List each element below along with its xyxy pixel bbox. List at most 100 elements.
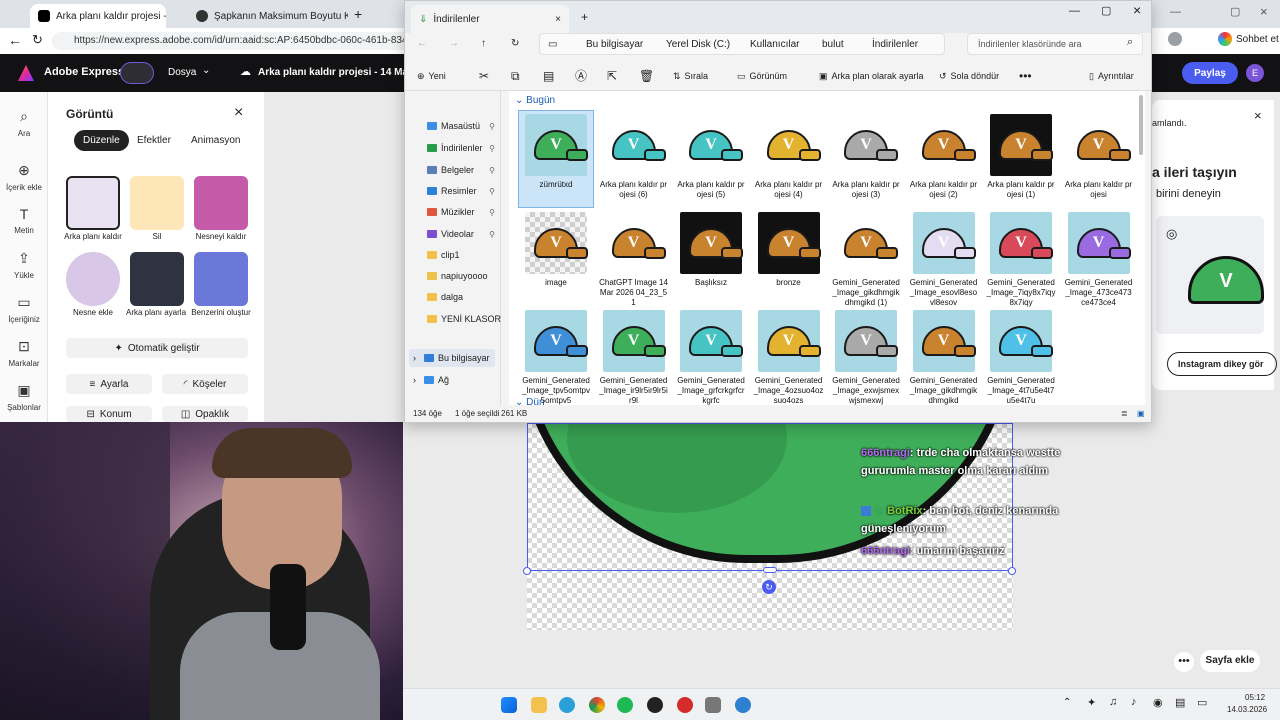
rename-icon[interactable]: Ⓐ xyxy=(575,63,587,89)
pin-icon[interactable]: ⚲ xyxy=(489,166,495,175)
sidebar-item[interactable]: Videolar ⚲ xyxy=(413,225,499,243)
set-background-button[interactable]: ▣ Arka plan olarak ayarla xyxy=(819,63,924,89)
spotify-icon[interactable] xyxy=(617,697,633,713)
tool-add-object[interactable] xyxy=(66,252,120,306)
forward-icon[interactable]: → xyxy=(449,33,459,55)
sidebar-item[interactable]: Belgeler ⚲ xyxy=(413,161,499,179)
tool-generate-similar[interactable] xyxy=(194,252,248,306)
add-page-button[interactable]: Sayfa ekle xyxy=(1200,650,1260,672)
search-input[interactable]: İndirilenler klasöründe ara xyxy=(967,33,1143,55)
view-button[interactable]: ▭ Görünüm xyxy=(737,63,787,89)
file-item[interactable]: V Gemini_Generated_Image_7iqy8x7iqy8x7iqy xyxy=(984,209,1058,307)
rotate-left-button[interactable]: ↺ Sola döndür xyxy=(939,63,999,89)
file-item[interactable]: V Arka planı kaldır projesi (4) xyxy=(752,111,826,207)
details-view-icon[interactable]: ≣ xyxy=(1121,405,1128,423)
pin-icon[interactable]: ⚲ xyxy=(489,122,495,131)
browser-tab-chatgpt[interactable]: Şapkanın Maksimum Boyutu Kare × xyxy=(188,4,348,28)
file-item[interactable]: V Gemini_Generated_Image_4ozsuo4ozsuo4ozs xyxy=(752,307,826,405)
breadcrumb-item[interactable]: Kullanıcılar xyxy=(750,34,799,56)
maximize-icon[interactable]: ▢ xyxy=(1101,4,1111,17)
file-item[interactable]: V Gemini_Generated_Image_4t7u5e4t7u5e4t7u xyxy=(984,307,1058,405)
delete-icon[interactable]: 🗑 xyxy=(639,63,654,89)
tab-edit[interactable]: Düzenle xyxy=(74,130,129,151)
sidebar-item[interactable]: İndirilenler ⚲ xyxy=(413,139,499,157)
refresh-icon[interactable]: ↻ xyxy=(511,33,519,55)
chrome-icon[interactable] xyxy=(589,697,605,713)
group-header-today[interactable]: ⌄ Bugün xyxy=(515,95,555,106)
tool-remove-object[interactable] xyxy=(194,176,248,230)
breadcrumb-item[interactable]: Yerel Disk (C:) xyxy=(666,34,730,56)
clock-date[interactable]: 14.03.2026 xyxy=(1227,705,1267,714)
corners-button[interactable]: ◜ Köşeler xyxy=(162,374,248,394)
copilot-icon[interactable] xyxy=(1218,32,1232,46)
chevron-right-icon[interactable]: › xyxy=(413,375,416,385)
file-item[interactable]: V Gemini_Generated_Image_473ce473ce473ce4 xyxy=(1062,209,1136,307)
user-avatar[interactable]: E xyxy=(1246,64,1264,82)
file-item[interactable]: V Başlıksız xyxy=(674,209,748,305)
file-item[interactable]: V Arka planı kaldır projesi (2) xyxy=(907,111,981,207)
sidebar-item[interactable]: dalga xyxy=(413,288,499,306)
headset-icon[interactable]: ♫ xyxy=(1109,696,1117,708)
breadcrumb-item[interactable]: İndirilenler xyxy=(872,34,918,56)
file-item[interactable]: V Arka planı kaldır projesi (3) xyxy=(829,111,903,207)
tray-icon[interactable]: ✦ xyxy=(1087,696,1096,709)
adjust-button[interactable]: ≡ Ayarla xyxy=(66,374,152,394)
chevron-right-icon[interactable]: › xyxy=(413,353,416,363)
close-icon[interactable]: × xyxy=(234,104,243,122)
rail-your-content[interactable]: ▭ İçeriğiniz xyxy=(0,294,48,324)
file-item[interactable]: V Gemini_Generated_Image_grfcrkgrfcrkgrfc xyxy=(674,307,748,405)
mic-icon[interactable]: ♪ xyxy=(1131,696,1137,708)
sidebar-item[interactable]: YENİ KLASOR xyxy=(413,310,501,328)
scrollbar[interactable] xyxy=(1139,95,1143,155)
file-item[interactable]: V Gemini_Generated_Image_gikdhmgikdhmgikd xyxy=(907,307,981,405)
resize-handle[interactable] xyxy=(1008,567,1016,575)
close-icon[interactable]: × xyxy=(555,14,561,25)
resize-handle[interactable] xyxy=(523,567,531,575)
breadcrumb[interactable]: ▭ Bu bilgisayar Yerel Disk (C:) Kullanıc… xyxy=(539,33,945,55)
app-icon[interactable] xyxy=(677,697,693,713)
back-icon[interactable]: ← xyxy=(8,32,22,48)
breadcrumb-item[interactable]: Bu bilgisayar xyxy=(586,34,643,56)
rail-upload[interactable]: ⇪ Yükle xyxy=(0,250,48,280)
auto-enhance-button[interactable]: ✦ Otomatik geliştir xyxy=(66,338,248,358)
more-icon[interactable]: ••• xyxy=(1019,63,1032,89)
file-item[interactable]: V Gemini_Generated_Image_gikdhmgikdhmgikd… xyxy=(829,209,903,307)
file-item[interactable]: V Arka planı kaldır projesi (5) xyxy=(674,111,748,207)
new-button[interactable]: ⊕ Yeni xyxy=(417,63,446,89)
tab-effects[interactable]: Efektler xyxy=(128,130,180,151)
rail-search[interactable]: ⌕ Ara xyxy=(0,108,48,138)
share-button[interactable]: Paylaş xyxy=(1182,62,1238,84)
pin-icon[interactable]: ⚲ xyxy=(489,144,495,153)
cut-icon[interactable]: ✂ xyxy=(479,63,489,89)
reload-icon[interactable]: ↻ xyxy=(32,32,43,48)
back-icon[interactable]: ← xyxy=(417,33,427,55)
file-item[interactable]: V Gemini_Generated_Image_ir9lr5ir9lr5ir9l xyxy=(597,307,671,405)
sidebar-item[interactable]: napiuyoooo xyxy=(413,267,499,285)
profile-avatar[interactable] xyxy=(1168,32,1182,46)
pin-icon[interactable]: ⚲ xyxy=(489,230,495,239)
chevron-up-icon[interactable]: ⌃ xyxy=(1063,697,1071,708)
file-item[interactable]: V Gemini_Generated_Image_esovl8esovl8esov xyxy=(907,209,981,307)
close-window-icon[interactable]: × xyxy=(1260,4,1268,19)
file-item[interactable]: Vbronze xyxy=(752,209,826,305)
copy-icon[interactable]: ⧉ xyxy=(511,63,520,89)
sidebar-item[interactable]: › Ağ xyxy=(409,371,495,389)
file-item[interactable]: V Arka planı kaldır projesi (6) xyxy=(597,111,671,207)
opacity-button[interactable]: ◫ Opaklık xyxy=(162,406,248,422)
chat-label[interactable]: Sohbet et xyxy=(1236,34,1279,45)
file-explorer-icon[interactable] xyxy=(531,697,547,713)
network-icon[interactable]: ▤ xyxy=(1175,696,1185,709)
close-window-icon[interactable]: × xyxy=(1133,2,1141,18)
generate-toggle[interactable] xyxy=(120,62,154,84)
explorer-tab[interactable]: ⇓ İndirilenler × xyxy=(411,5,569,33)
browser-tab-adobe[interactable]: Arka planı kaldır projesi - 14 Mart × xyxy=(30,4,166,28)
rotate-icon[interactable]: ↻ xyxy=(762,580,776,594)
tool-erase[interactable] xyxy=(130,176,184,230)
sort-button[interactable]: ⇅ Sırala xyxy=(673,63,708,89)
rail-brands[interactable]: ⊡ Markalar xyxy=(0,338,48,368)
rail-text[interactable]: T Metin xyxy=(0,206,48,235)
tab-animation[interactable]: Animasyon xyxy=(182,130,249,151)
file-item[interactable]: V Arka planı kaldır projesi (1) xyxy=(984,111,1058,207)
tool-icon[interactable] xyxy=(705,697,721,713)
url-field[interactable]: https://new.express.adobe.com/id/urn:aai… xyxy=(52,32,412,50)
